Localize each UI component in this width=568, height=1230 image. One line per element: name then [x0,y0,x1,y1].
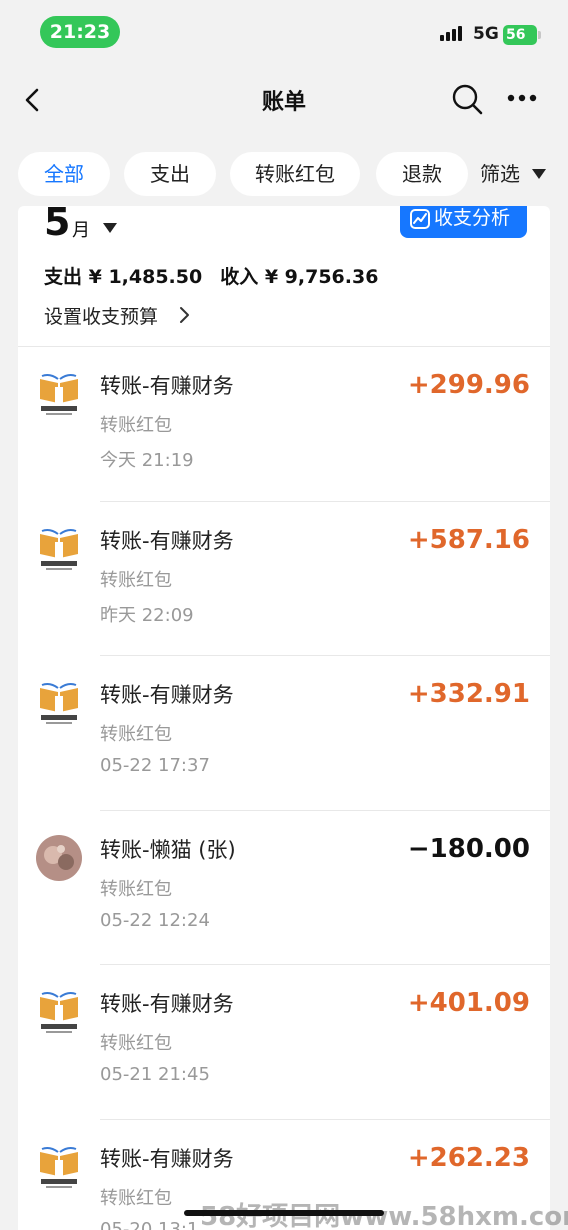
transaction-amount: +401.09 [407,988,530,1018]
transaction-title: 转账-有赚财务 [100,528,234,553]
transaction-time: 05-22 17:37 [100,755,210,776]
transaction-title: 转账-有赚财务 [100,683,234,707]
expense-total: 支出 ¥ 1,485.50 [44,266,203,288]
row-divider [100,809,550,811]
transaction-category: 转账红包 [100,415,172,436]
row-divider [100,500,550,502]
transaction-time: 05-20 13:1 [100,1218,199,1230]
book-logo-icon [36,526,82,572]
transaction-title: 转账-懒猫 (张) [100,837,236,862]
battery-cap [538,31,541,39]
transaction-amount: +299.96 [407,370,530,400]
transaction-amount: +587.16 [407,524,530,555]
analysis-button[interactable]: 收支分析 [400,206,527,238]
transaction-category: 转账红包 [100,878,172,900]
chip-refund[interactable]: 退款 [376,152,468,196]
row-divider [100,655,550,656]
row-divider [18,346,550,347]
transaction-row[interactable]: 转账-有赚财务 转账红包今天 21:19 +299.96 [18,346,550,500]
filter-row: 全部 支出 转账红包 退款 筛选 [0,152,568,198]
month-summary: 支出 ¥ 1,485.50 收入 ¥ 9,756.36 [44,262,396,289]
transaction-title: 转账-有赚财务 [100,1146,234,1171]
chip-all[interactable]: 全部 [18,152,110,196]
transaction-category: 转账红包 [100,1187,172,1209]
network-label: 5G [473,24,499,44]
bill-card: 5 月 收支分析 支出 ¥ 1,485.50 收入 ¥ 9,756.36 设置收支… [18,206,550,1230]
month-number[interactable]: 5 [44,206,70,244]
nav-bar: 账单 [0,64,568,136]
row-divider [100,1118,550,1120]
transaction-amount: +262.23 [407,1142,530,1173]
transaction-category: 转账红包 [100,569,172,591]
contact-avatar [36,834,82,881]
transaction-row[interactable]: 转账-有赚财务 转账红包 05-21 21:45 +401.09 [18,964,550,1118]
transaction-row[interactable]: 转账-有赚财务 转账红包昨天 22:09 +587.16 [18,500,550,655]
chip-transfer[interactable]: 转账红包 [230,152,360,196]
filter-button[interactable]: 筛选 [480,152,520,196]
home-indicator[interactable] [184,1210,384,1216]
transaction-row[interactable]: 转账-懒猫 (张) 转账红包 05-22 12:24 −180.00 [18,809,550,964]
chip-expense[interactable]: 支出 [124,152,216,196]
book-logo-icon [36,1144,82,1190]
chevron-right-icon[interactable] [178,306,190,324]
book-logo-icon [36,989,82,1035]
transaction-row[interactable]: 转账-有赚财务 转账红包 05-22 17:37 +332.91 [18,655,550,809]
book-logo-icon [36,680,82,726]
status-bar: 21:23 5G 56 [0,0,568,64]
search-icon[interactable] [450,82,484,116]
transaction-amount: −180.00 [407,833,530,864]
transaction-time: 05-21 21:45 [100,1064,210,1085]
month-unit: 月 [72,220,90,241]
transaction-title: 转账-有赚财务 [100,374,234,398]
battery-icon: 56 [503,25,537,45]
transaction-time: 今天 21:19 [100,450,194,471]
transaction-title: 转账-有赚财务 [100,992,234,1016]
status-time: 21:23 [40,16,120,48]
income-total: 收入 ¥ 9,756.36 [220,266,379,288]
transaction-time: 昨天 22:09 [100,604,194,626]
budget-link[interactable]: 设置收支预算 [44,302,158,329]
book-logo-icon [36,371,82,417]
transaction-time: 05-22 12:24 [100,909,210,931]
transaction-category: 转账红包 [100,724,172,745]
row-divider [100,964,550,965]
trend-chart-icon [410,209,430,229]
signal-icon [440,26,462,41]
transaction-category: 转账红包 [100,1033,172,1054]
caret-down-icon[interactable] [531,168,547,180]
month-caret-icon[interactable] [102,222,118,234]
analysis-label: 收支分析 [434,207,511,229]
transaction-amount: +332.91 [407,679,530,709]
more-icon[interactable] [506,92,538,104]
